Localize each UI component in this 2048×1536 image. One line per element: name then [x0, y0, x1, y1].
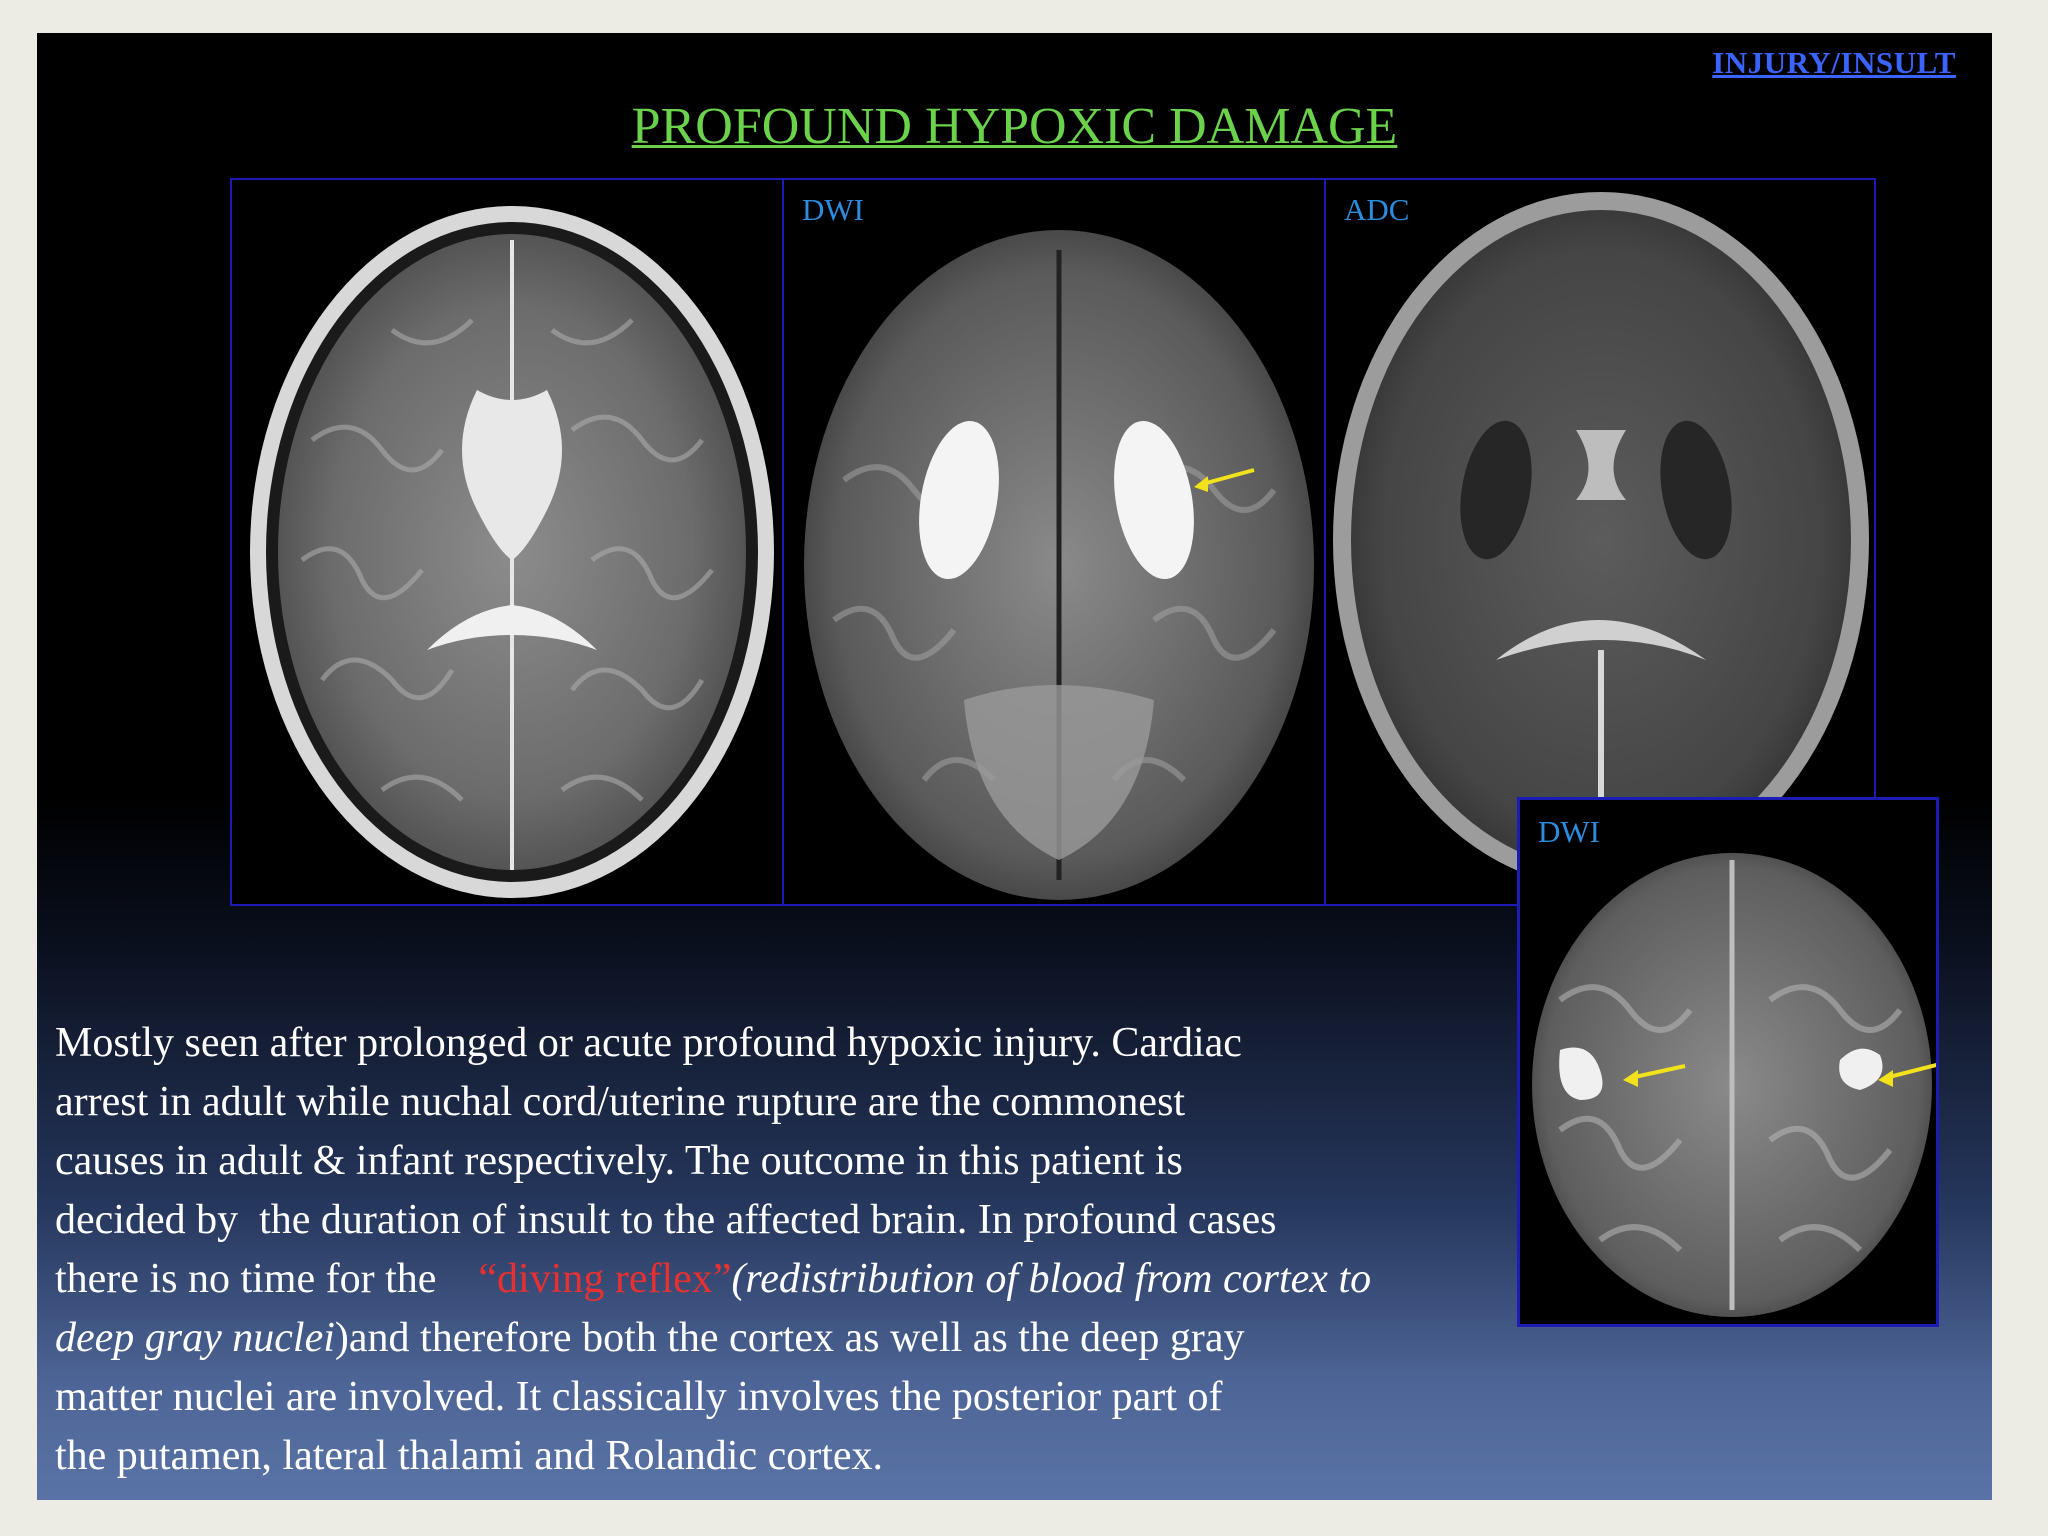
body-line-6-italic: deep gray nuclei [55, 1315, 335, 1361]
slide: INJURY/INSULT PROFOUND HYPOXIC DAMAGE DW… [37, 33, 1992, 1500]
t2-axial-image [230, 178, 787, 906]
body-line-5: there is no time for the “diving reflex”… [55, 1250, 1615, 1309]
body-text: Mostly seen after prolonged or acute pro… [55, 1014, 1615, 1486]
body-line-4: decided by the duration of insult to the… [55, 1197, 1277, 1243]
body-line-7: matter nuclei are involved. It classical… [55, 1374, 1223, 1420]
inset-dwi-label: DWI [1538, 814, 1600, 849]
dwi-axial-image: DWI [782, 178, 1329, 906]
t2-brain-illustration [250, 206, 774, 898]
slide-title: PROFOUND HYPOXIC DAMAGE [631, 98, 1398, 155]
diving-reflex-highlight: “diving reflex” [478, 1256, 732, 1302]
dwi-brain-illustration [804, 230, 1314, 900]
body-line-2: arrest in adult while nuchal cord/uterin… [55, 1079, 1186, 1125]
adc-label: ADC [1344, 192, 1410, 227]
injury-insult-link[interactable]: INJURY/INSULT [1712, 45, 1956, 81]
dwi-label: DWI [802, 192, 864, 227]
body-line-5-start: there is no time for the [55, 1256, 447, 1302]
body-line-8: the putamen, lateral thalami and Rolandi… [55, 1433, 884, 1479]
adc-brain-illustration [1333, 192, 1869, 888]
body-line-6-rest: )and therefore both the cortex as well a… [334, 1315, 1245, 1361]
body-line-5-italic: (redistribution of blood from cortex to [731, 1256, 1372, 1302]
body-line-1: Mostly seen after prolonged or acute pro… [55, 1020, 1242, 1066]
body-line-3: causes in adult & infant respectively. T… [55, 1138, 1183, 1184]
body-line-6: deep gray nuclei)and therefore both the … [55, 1309, 1615, 1368]
